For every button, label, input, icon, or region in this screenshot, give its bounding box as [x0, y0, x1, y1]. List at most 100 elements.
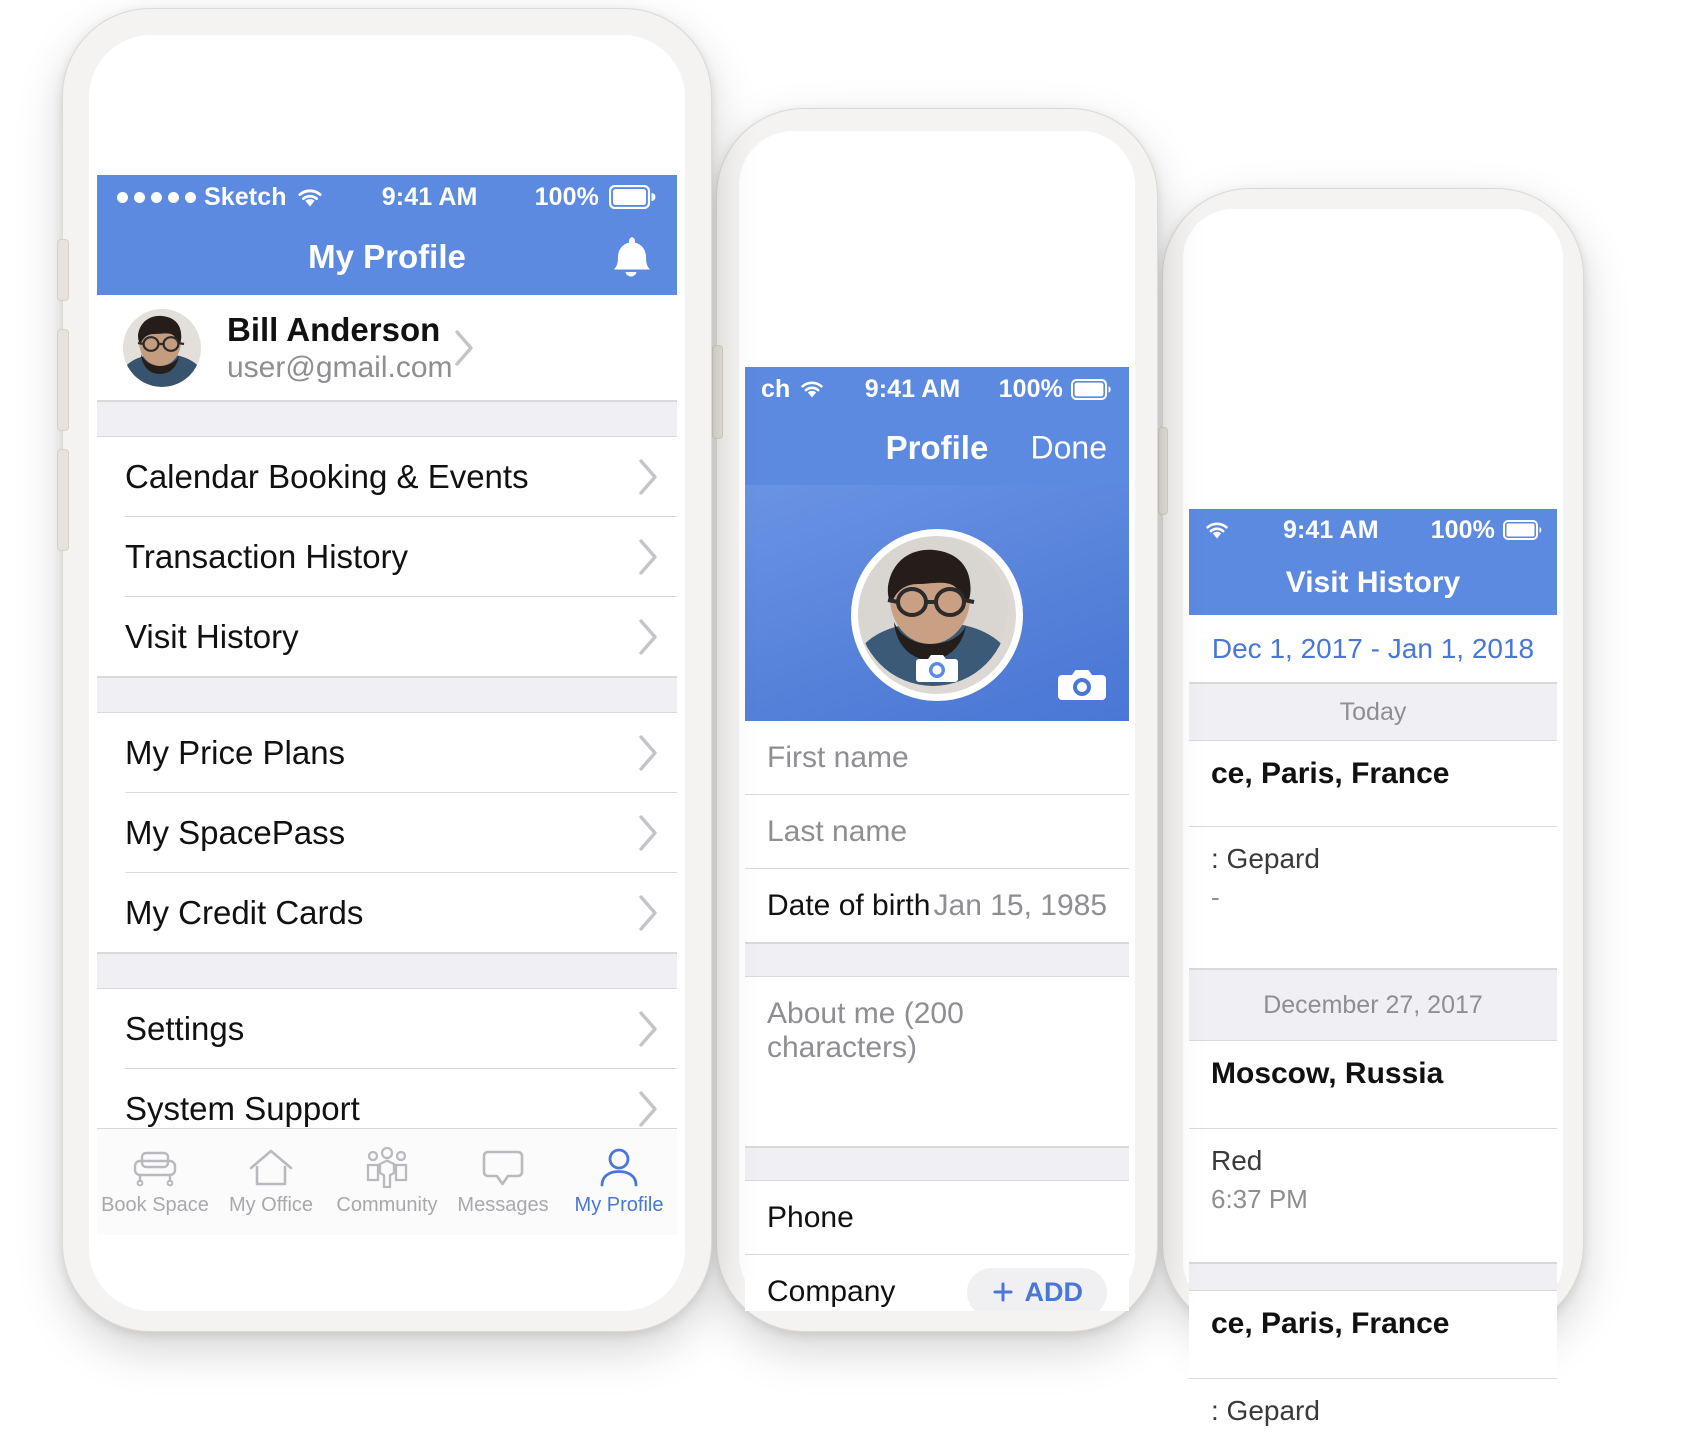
chevron-right-icon: [637, 1090, 659, 1128]
menu-item-my-price-plans[interactable]: My Price Plans: [97, 713, 677, 793]
visit-entry[interactable]: Moscow, Russia: [1189, 1041, 1557, 1129]
carrier-label: Sketch: [204, 182, 287, 211]
tab-label: Book Space: [101, 1194, 209, 1216]
menu-item-transaction-history[interactable]: Transaction History: [97, 517, 677, 597]
last-name-label: Last name: [767, 815, 908, 848]
volume-button[interactable]: [1158, 427, 1168, 515]
section-header-today: Today: [1189, 683, 1557, 741]
camera-icon[interactable]: [915, 650, 959, 684]
menu-item-label: Settings: [125, 1010, 245, 1047]
volume-button[interactable]: [712, 345, 723, 439]
signal-dots-icon: [117, 191, 196, 203]
status-bar: Sketch 9:41 AM 100%: [97, 175, 677, 219]
bell-icon[interactable]: [609, 234, 653, 280]
battery-icon: [1071, 378, 1113, 400]
visit-time: -: [1211, 881, 1220, 912]
section-gap: [1189, 1263, 1557, 1291]
first-name-row[interactable]: First name: [745, 721, 1129, 795]
tab-community[interactable]: Community: [329, 1129, 445, 1235]
tab-book-space[interactable]: Book Space: [97, 1129, 213, 1235]
page-title: My Profile: [308, 238, 466, 275]
about-me-placeholder: About me (200 characters): [767, 997, 964, 1064]
person-icon: [596, 1147, 642, 1189]
company-row[interactable]: Company ADD: [745, 1255, 1129, 1311]
profile-hero: [745, 485, 1129, 721]
menu-item-my-spacepass[interactable]: My SpacePass: [97, 793, 677, 873]
visit-place: Moscow, Russia: [1211, 1057, 1444, 1090]
visit-time: 6:37 PM: [1211, 1183, 1308, 1214]
add-button[interactable]: ADD: [966, 1267, 1107, 1311]
page-title: Visit History: [1285, 566, 1461, 599]
visit-detail: : Gepard: [1211, 843, 1320, 874]
tab-bar: Book Space My Office Community Messages …: [97, 1128, 677, 1235]
visit-entry[interactable]: ce, Paris, France: [1189, 741, 1557, 827]
tab-label: Messages: [457, 1194, 549, 1216]
profile-summary-row[interactable]: Bill Anderson user@gmail.com: [97, 295, 677, 401]
last-name-row[interactable]: Last name: [745, 795, 1129, 869]
phone-visit-history: 9:41 AM 100% Visit History Dec 1, 2017 -…: [1158, 188, 1584, 1451]
tab-my-office[interactable]: My Office: [213, 1129, 329, 1235]
phone3-screen: 9:41 AM 100% Visit History Dec 1, 2017 -…: [1189, 509, 1557, 1451]
volume-up-button[interactable]: [57, 329, 69, 431]
date-of-birth-label: Date of birth: [767, 889, 931, 922]
visit-detail: Red: [1211, 1145, 1263, 1176]
phone-label: Phone: [767, 1201, 854, 1234]
visit-place: ce, Paris, France: [1211, 757, 1450, 790]
battery-percent: 100%: [534, 182, 599, 211]
visit-entry-detail[interactable]: : Gepard: [1189, 1379, 1557, 1451]
menu-item-label: My SpacePass: [125, 814, 346, 851]
nav-bar: Profile Done: [745, 411, 1129, 485]
chevron-right-icon: [637, 814, 659, 852]
menu-item-settings[interactable]: Settings: [97, 989, 677, 1069]
menu-item-calendar-booking-events[interactable]: Calendar Booking & Events: [97, 437, 677, 517]
menu-item-label: Transaction History: [125, 538, 409, 575]
section-gap: [745, 1147, 1129, 1181]
mute-switch[interactable]: [57, 239, 69, 301]
camera-icon[interactable]: [1057, 665, 1107, 703]
date-range-label: Dec 1, 2017 - Jan 1, 2018: [1211, 633, 1535, 664]
visit-detail: : Gepard: [1211, 1395, 1320, 1426]
add-button-label: ADD: [1024, 1276, 1084, 1307]
chevron-right-icon: [637, 538, 659, 576]
battery-icon: [609, 185, 657, 209]
chat-bubble-icon: [479, 1147, 527, 1189]
date-of-birth-value: Jan 15, 1985: [933, 889, 1107, 922]
visit-entry[interactable]: ce, Paris, France: [1189, 1291, 1557, 1379]
menu-item-my-credit-cards[interactable]: My Credit Cards: [97, 873, 677, 953]
menu-item-visit-history[interactable]: Visit History: [97, 597, 677, 677]
section-gap: [97, 401, 677, 437]
visit-place: ce, Paris, France: [1211, 1307, 1450, 1340]
visit-entry-detail[interactable]: Red 6:37 PM: [1189, 1129, 1557, 1263]
done-button[interactable]: Done: [1031, 430, 1108, 467]
date-range-selector[interactable]: Dec 1, 2017 - Jan 1, 2018: [1189, 615, 1557, 683]
section-header-december-27: December 27, 2017: [1189, 969, 1557, 1041]
wifi-icon: [798, 378, 826, 400]
phone-row[interactable]: Phone: [745, 1181, 1129, 1255]
phone2-screen: ch 9:41 AM 100% Profile Done First name …: [745, 367, 1129, 1311]
chevron-right-icon: [453, 329, 475, 367]
tab-label: My Profile: [574, 1194, 664, 1216]
visit-entry-detail[interactable]: : Gepard -: [1189, 827, 1557, 969]
avatar: [123, 309, 201, 387]
home-icon: [247, 1147, 295, 1189]
tab-messages[interactable]: Messages: [445, 1129, 561, 1235]
section-gap: [97, 953, 677, 989]
profile-name: Bill Anderson: [227, 310, 441, 348]
wifi-icon: [1203, 519, 1231, 541]
chevron-right-icon: [637, 894, 659, 932]
screenshot-canvas: 9:41 AM 100% Visit History Dec 1, 2017 -…: [0, 0, 1706, 1451]
date-of-birth-row[interactable]: Date of birth Jan 15, 1985: [745, 869, 1129, 943]
section-gap: [97, 677, 677, 713]
tab-my-profile[interactable]: My Profile: [561, 1129, 677, 1235]
tab-label: Community: [336, 1194, 438, 1216]
menu-item-label: System Support: [125, 1090, 360, 1127]
about-me-field[interactable]: About me (200 characters): [745, 977, 1129, 1147]
status-time: 9:41 AM: [864, 374, 961, 403]
battery-percent: 100%: [998, 374, 1063, 403]
volume-down-button[interactable]: [57, 449, 69, 551]
nav-bar: Visit History: [1189, 551, 1557, 615]
plus-icon: [991, 1280, 1015, 1304]
avatar[interactable]: [851, 529, 1023, 701]
chevron-right-icon: [637, 734, 659, 772]
phone-my-profile: Sketch 9:41 AM 100% My Profile Bill Ande…: [57, 8, 712, 1332]
